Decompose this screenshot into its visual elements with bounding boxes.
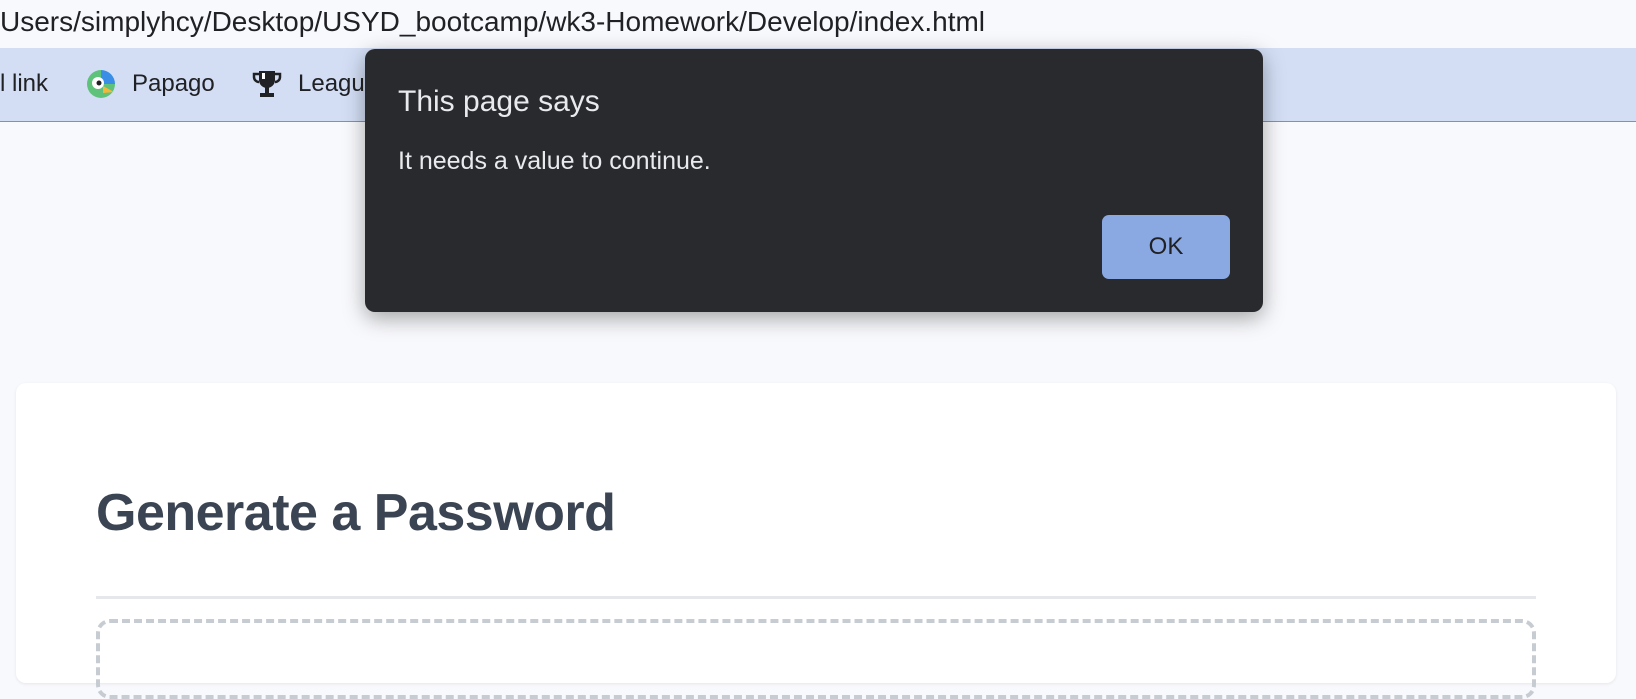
dialog-title: This page says (398, 85, 600, 118)
bookmark-label: Leagu (298, 70, 365, 97)
papago-icon (84, 67, 118, 101)
divider (96, 596, 1536, 599)
password-card: Generate a Password (16, 383, 1616, 699)
page-title: Generate a Password (96, 484, 616, 542)
address-bar[interactable]: Users/simplyhcy/Desktop/USYD_bootcamp/wk… (0, 0, 1636, 48)
bookmark-label: l link (0, 70, 49, 97)
dialog-message: It needs a value to continue. (398, 147, 711, 175)
bookmark-papago[interactable]: Papago (84, 48, 215, 120)
ok-button[interactable]: OK (1102, 215, 1230, 279)
url-text[interactable]: Users/simplyhcy/Desktop/USYD_bootcamp/wk… (0, 0, 985, 44)
password-output[interactable] (96, 619, 1536, 699)
trophy-icon (250, 67, 284, 101)
bookmark-label: Papago (132, 70, 215, 97)
bookmark-link[interactable]: l link (0, 48, 48, 120)
bookmark-league[interactable]: Leagu (250, 48, 365, 120)
alert-dialog: This page says It needs a value to conti… (365, 49, 1263, 312)
